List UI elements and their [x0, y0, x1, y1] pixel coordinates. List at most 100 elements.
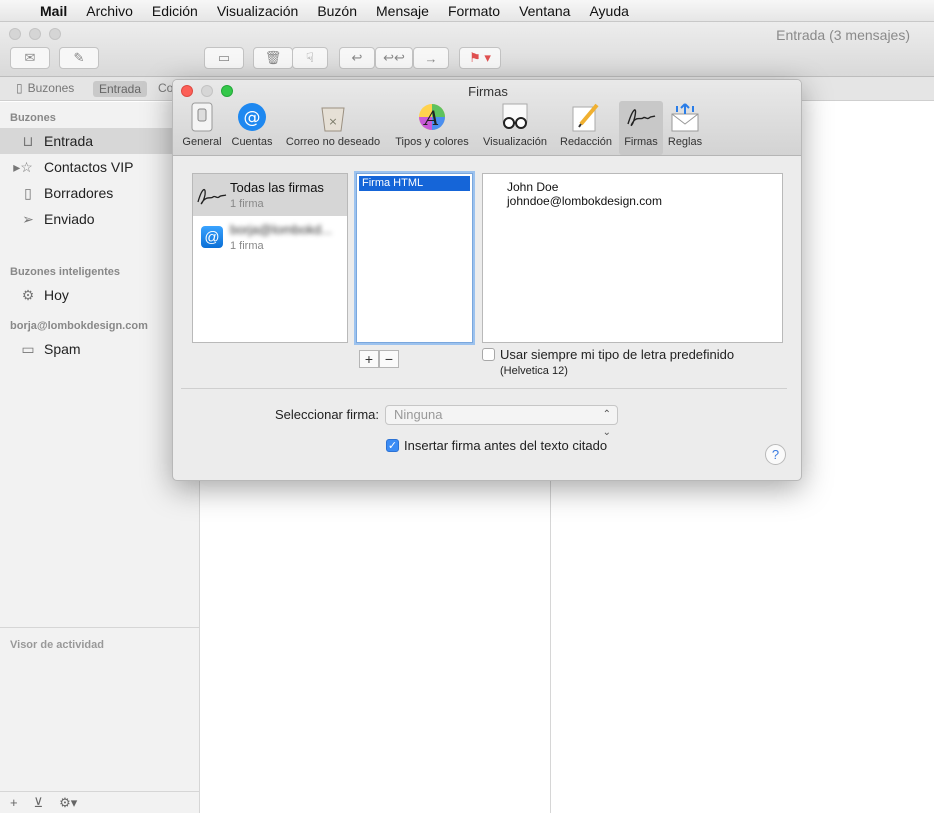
- thumbs-down-icon: ☟: [306, 50, 314, 65]
- account-borja[interactable]: @ borja@lombokd... 1 firma: [193, 216, 347, 258]
- reply-all-icon: ↩↩: [383, 50, 405, 65]
- tab-label: Redacción: [560, 136, 612, 148]
- compose-button[interactable]: ✎: [59, 47, 99, 69]
- account-all-signatures[interactable]: Todas las firmas 1 firma: [193, 174, 347, 216]
- signature-editor[interactable]: John Doe johndoe@lombokdesign.com: [482, 173, 783, 343]
- tab-label: Visualización: [482, 136, 547, 148]
- tab-signatures[interactable]: Firmas: [619, 101, 663, 155]
- account-name: borja@lombokd...: [230, 222, 333, 237]
- menu-edicion[interactable]: Edición: [152, 3, 198, 19]
- sidebar-item-label: Spam: [44, 341, 81, 357]
- add-icon[interactable]: +: [10, 795, 18, 810]
- signature-icon: [625, 101, 657, 133]
- compose-icon: ✎: [73, 50, 85, 65]
- envelope-icon: ✉: [24, 50, 36, 65]
- reply-button[interactable]: ↩: [339, 47, 375, 69]
- menu-formato[interactable]: Formato: [448, 3, 500, 19]
- sidebar-item-label: Hoy: [44, 287, 69, 303]
- tab-label: Tipos y colores: [395, 136, 469, 148]
- forward-icon: →: [424, 50, 438, 66]
- delete-button[interactable]: 🗑: [253, 47, 293, 69]
- add-signature-button[interactable]: +: [359, 350, 379, 368]
- tab-viewing[interactable]: Visualización: [479, 101, 551, 155]
- collapse-icon[interactable]: ⊻: [34, 795, 44, 811]
- gear-icon[interactable]: ⚙▾: [59, 795, 77, 811]
- tab-rules[interactable]: Reglas: [665, 101, 705, 155]
- gear-icon: ⚙: [21, 286, 35, 303]
- trash-icon: 🗑: [264, 50, 282, 65]
- junk-button[interactable]: ☟: [292, 47, 328, 69]
- insert-before-quoted-label: Insertar firma antes del texto citado: [404, 438, 608, 453]
- insert-before-quoted-checkbox[interactable]: ✓: [386, 439, 399, 452]
- archive-button[interactable]: ▭: [204, 47, 244, 69]
- sidebar-bottom-bar: + ⊻ ⚙▾: [0, 791, 199, 813]
- dialog-title: Firmas: [468, 84, 508, 99]
- select-signature-value: Ninguna: [394, 407, 443, 422]
- font-color-icon: A: [417, 101, 447, 133]
- reply-icon: ↩: [351, 50, 363, 65]
- signature-item[interactable]: Firma HTML: [359, 176, 470, 191]
- sidebar-item-spam[interactable]: ▭ Spam: [0, 336, 199, 362]
- rules-envelope-icon: [669, 101, 701, 133]
- flag-button[interactable]: ⚑ ▾: [459, 47, 501, 69]
- tab-junk[interactable]: × Correo no deseado: [281, 101, 385, 155]
- mailbox-sidebar: Buzones ⊔ Entrada ▸☆ Contactos VIP ▯ Borrad…: [0, 102, 200, 813]
- section-smart-mailboxes: Buzones inteligentes: [10, 266, 121, 278]
- close-button[interactable]: [9, 28, 21, 40]
- tab-composing[interactable]: Redacción: [555, 101, 617, 155]
- menu-archivo[interactable]: Archivo: [86, 3, 133, 19]
- reply-all-button[interactable]: ↩↩: [375, 47, 413, 69]
- get-mail-button[interactable]: ✉: [10, 47, 50, 69]
- menu-app[interactable]: Mail: [40, 3, 67, 19]
- star-icon: ▸☆: [13, 158, 33, 175]
- pencil-icon: [571, 101, 601, 133]
- sidebar-item-label: Contactos VIP: [44, 159, 134, 175]
- account-name: Todas las firmas: [230, 180, 324, 195]
- default-font-label: (Helvetica 12): [500, 365, 568, 377]
- help-button[interactable]: ?: [765, 444, 786, 465]
- sidebar-item-today[interactable]: ⚙ Hoy: [0, 282, 199, 308]
- tab-fonts-colors[interactable]: A Tipos y colores: [389, 101, 475, 155]
- use-default-font-label: Usar siempre mi tipo de letra predefinid…: [500, 347, 735, 362]
- menu-ayuda[interactable]: Ayuda: [589, 3, 628, 19]
- signatures-list: Firma HTML: [356, 173, 473, 343]
- archive-icon: ▭: [217, 50, 231, 65]
- menu-visualizacion[interactable]: Visualización: [217, 3, 298, 19]
- tab-label: Reglas: [667, 136, 703, 148]
- menu-mensaje[interactable]: Mensaje: [376, 3, 429, 19]
- signature-icon: [197, 188, 227, 205]
- zoom-button[interactable]: [49, 28, 61, 40]
- tab-label: Firmas: [624, 136, 658, 148]
- use-default-font-checkbox[interactable]: [482, 348, 495, 361]
- tab-general[interactable]: General: [180, 101, 224, 155]
- svg-text:A: A: [423, 106, 439, 130]
- at-sign-icon: @: [201, 226, 223, 248]
- svg-text:@: @: [244, 108, 261, 128]
- folder-icon: ▭: [21, 340, 35, 357]
- tab-label: Correo no deseado: [285, 136, 381, 148]
- sidebar-item-vip[interactable]: ▸☆ Contactos VIP: [0, 154, 199, 180]
- sidebar-item-drafts[interactable]: ▯ Borradores: [0, 180, 199, 206]
- sidebar-item-inbox[interactable]: ⊔ Entrada: [0, 128, 199, 154]
- at-sign-icon: @: [237, 101, 267, 133]
- tab-accounts[interactable]: @ Cuentas: [229, 101, 275, 155]
- favorite-inbox[interactable]: Entrada: [93, 81, 148, 97]
- menu-bar: Mail Archivo Edición Visualización Buzón…: [0, 0, 934, 22]
- tab-label: Cuentas: [231, 136, 273, 148]
- menu-buzon[interactable]: Buzón: [317, 3, 357, 19]
- forward-button[interactable]: →: [413, 47, 449, 69]
- switch-icon: [189, 101, 215, 133]
- glasses-icon: [500, 101, 530, 133]
- remove-signature-button[interactable]: −: [379, 350, 399, 368]
- minimize-button[interactable]: [29, 28, 41, 40]
- menu-ventana[interactable]: Ventana: [519, 3, 570, 19]
- account-count: 1 firma: [230, 198, 264, 210]
- mailboxes-toggle[interactable]: ▯ Buzones: [16, 81, 74, 95]
- select-signature-popup[interactable]: Ninguna ⌃ ⌄: [385, 405, 618, 438]
- sidebar-item-sent[interactable]: ➢ Enviado: [0, 206, 199, 232]
- mail-toolbar: Entrada (3 mensajes) ✉ ✎ ▭ 🗑 ☟ ↩ ↩↩ → ⚑ …: [0, 22, 934, 77]
- activity-viewer-label: Visor de actividad: [10, 639, 104, 651]
- divider: [181, 388, 787, 389]
- paper-plane-icon: ➢: [22, 210, 34, 227]
- signature-line-email: johndoe@lombokdesign.com: [507, 194, 662, 208]
